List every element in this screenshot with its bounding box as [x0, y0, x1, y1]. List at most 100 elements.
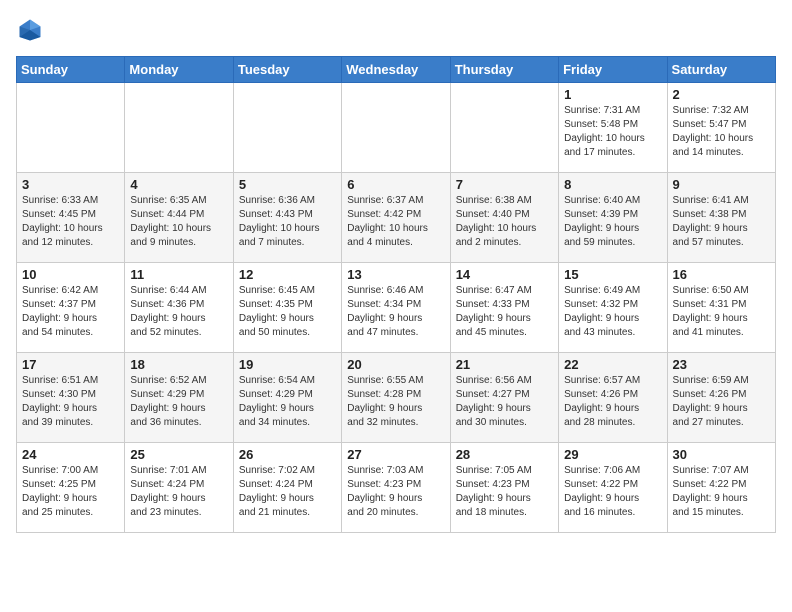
calendar-cell: 26Sunrise: 7:02 AMSunset: 4:24 PMDayligh…: [233, 443, 341, 533]
day-info: Sunrise: 6:59 AMSunset: 4:26 PMDaylight:…: [673, 374, 770, 430]
calendar-cell: [125, 83, 233, 173]
day-info: Sunrise: 6:51 AMSunset: 4:30 PMDaylight:…: [22, 374, 119, 430]
day-number: 9: [673, 177, 770, 192]
calendar-cell: 1 Sunrise: 7:31 AMSunset: 5:48 PMDaylight…: [559, 83, 667, 173]
calendar-cell: 12 Sunrise: 6:45 AMSunset: 4:35 PMDayligh…: [233, 263, 341, 353]
calendar-cell: 25 Sunrise: 7:01 AMSunset: 4:24 PMDayligh…: [125, 443, 233, 533]
day-number: 16: [673, 267, 770, 282]
day-info: Sunrise: 6:36 AMSunset: 4:43 PMDaylight:…: [239, 194, 336, 250]
calendar-cell: 27 Sunrise: 7:03 AMSunset: 4:23 PMDayligh…: [342, 443, 450, 533]
day-info: Sunrise: 6:44 AMSunset: 4:36 PMDaylight:…: [130, 284, 227, 340]
calendar-cell: 15 Sunrise: 6:49 AMSunset: 4:32 PMDayligh…: [559, 263, 667, 353]
day-info: Sunrise: 7:06 AMSunset: 4:22 PMDaylight:…: [564, 464, 661, 520]
day-number: 20: [347, 357, 444, 372]
day-info: Sunrise: 7:32 AMSunset: 5:47 PMDaylight:…: [673, 104, 770, 160]
calendar-table: SundayMondayTuesdayWednesdayThursdayFrid…: [16, 56, 776, 533]
day-number: 3: [22, 177, 119, 192]
day-number: 11: [130, 267, 227, 282]
day-number: 15: [564, 267, 661, 282]
weekday-header: Thursday: [450, 57, 558, 83]
calendar-week-row: 17Sunrise: 6:51 AMSunset: 4:30 PMDayligh…: [17, 353, 776, 443]
logo-icon: [16, 16, 44, 44]
calendar-cell: [450, 83, 558, 173]
day-number: 29: [564, 447, 661, 462]
weekday-header: Saturday: [667, 57, 775, 83]
day-info: Sunrise: 6:55 AMSunset: 4:28 PMDaylight:…: [347, 374, 444, 430]
day-info: Sunrise: 6:42 AMSunset: 4:37 PMDaylight:…: [22, 284, 119, 340]
calendar-cell: 24Sunrise: 7:00 AMSunset: 4:25 PMDayligh…: [17, 443, 125, 533]
calendar-cell: [233, 83, 341, 173]
calendar-cell: 7 Sunrise: 6:38 AMSunset: 4:40 PMDaylight…: [450, 173, 558, 263]
day-info: Sunrise: 6:41 AMSunset: 4:38 PMDaylight:…: [673, 194, 770, 250]
calendar-cell: 10 Sunrise: 6:42 AMSunset: 4:37 PMDayligh…: [17, 263, 125, 353]
day-number: 7: [456, 177, 553, 192]
day-info: Sunrise: 7:03 AMSunset: 4:23 PMDaylight:…: [347, 464, 444, 520]
day-info: Sunrise: 7:00 AMSunset: 4:25 PMDaylight:…: [22, 464, 119, 520]
day-number: 30: [673, 447, 770, 462]
page-header: [16, 16, 776, 44]
day-info: Sunrise: 7:01 AMSunset: 4:24 PMDaylight:…: [130, 464, 227, 520]
day-info: Sunrise: 6:50 AMSunset: 4:31 PMDaylight:…: [673, 284, 770, 340]
calendar-week-row: 1 Sunrise: 7:31 AMSunset: 5:48 PMDaylight…: [17, 83, 776, 173]
calendar-cell: [17, 83, 125, 173]
calendar-cell: 16 Sunrise: 6:50 AMSunset: 4:31 PMDayligh…: [667, 263, 775, 353]
weekday-header: Wednesday: [342, 57, 450, 83]
calendar-cell: 11 Sunrise: 6:44 AMSunset: 4:36 PMDayligh…: [125, 263, 233, 353]
weekday-header: Monday: [125, 57, 233, 83]
day-number: 21: [456, 357, 553, 372]
calendar-header-row: SundayMondayTuesdayWednesdayThursdayFrid…: [17, 57, 776, 83]
day-info: Sunrise: 6:40 AMSunset: 4:39 PMDaylight:…: [564, 194, 661, 250]
calendar-cell: 30 Sunrise: 7:07 AMSunset: 4:22 PMDayligh…: [667, 443, 775, 533]
day-number: 6: [347, 177, 444, 192]
day-number: 12: [239, 267, 336, 282]
calendar-cell: 28 Sunrise: 7:05 AMSunset: 4:23 PMDayligh…: [450, 443, 558, 533]
day-number: 27: [347, 447, 444, 462]
day-info: Sunrise: 6:35 AMSunset: 4:44 PMDaylight:…: [130, 194, 227, 250]
day-number: 19: [239, 357, 336, 372]
day-info: Sunrise: 6:38 AMSunset: 4:40 PMDaylight:…: [456, 194, 553, 250]
day-number: 10: [22, 267, 119, 282]
day-info: Sunrise: 7:02 AMSunset: 4:24 PMDaylight:…: [239, 464, 336, 520]
calendar-cell: 8 Sunrise: 6:40 AMSunset: 4:39 PMDaylight…: [559, 173, 667, 263]
day-info: Sunrise: 6:33 AMSunset: 4:45 PMDaylight:…: [22, 194, 119, 250]
day-number: 23: [673, 357, 770, 372]
day-number: 25: [130, 447, 227, 462]
logo: [16, 16, 48, 44]
day-info: Sunrise: 6:45 AMSunset: 4:35 PMDaylight:…: [239, 284, 336, 340]
day-info: Sunrise: 7:05 AMSunset: 4:23 PMDaylight:…: [456, 464, 553, 520]
day-number: 1: [564, 87, 661, 102]
calendar-cell: [342, 83, 450, 173]
calendar-cell: 17Sunrise: 6:51 AMSunset: 4:30 PMDayligh…: [17, 353, 125, 443]
day-info: Sunrise: 7:31 AMSunset: 5:48 PMDaylight:…: [564, 104, 661, 160]
day-info: Sunrise: 7:07 AMSunset: 4:22 PMDaylight:…: [673, 464, 770, 520]
weekday-header: Sunday: [17, 57, 125, 83]
day-info: Sunrise: 6:54 AMSunset: 4:29 PMDaylight:…: [239, 374, 336, 430]
calendar-week-row: 24Sunrise: 7:00 AMSunset: 4:25 PMDayligh…: [17, 443, 776, 533]
day-info: Sunrise: 6:56 AMSunset: 4:27 PMDaylight:…: [456, 374, 553, 430]
day-number: 22: [564, 357, 661, 372]
calendar-cell: 6 Sunrise: 6:37 AMSunset: 4:42 PMDaylight…: [342, 173, 450, 263]
day-number: 14: [456, 267, 553, 282]
day-number: 8: [564, 177, 661, 192]
day-info: Sunrise: 6:57 AMSunset: 4:26 PMDaylight:…: [564, 374, 661, 430]
day-info: Sunrise: 6:46 AMSunset: 4:34 PMDaylight:…: [347, 284, 444, 340]
calendar-cell: 2 Sunrise: 7:32 AMSunset: 5:47 PMDaylight…: [667, 83, 775, 173]
day-number: 13: [347, 267, 444, 282]
calendar-cell: 13 Sunrise: 6:46 AMSunset: 4:34 PMDayligh…: [342, 263, 450, 353]
calendar-cell: 29 Sunrise: 7:06 AMSunset: 4:22 PMDayligh…: [559, 443, 667, 533]
calendar-cell: 4Sunrise: 6:35 AMSunset: 4:44 PMDaylight…: [125, 173, 233, 263]
calendar-cell: 22 Sunrise: 6:57 AMSunset: 4:26 PMDayligh…: [559, 353, 667, 443]
calendar-cell: 19 Sunrise: 6:54 AMSunset: 4:29 PMDayligh…: [233, 353, 341, 443]
weekday-header: Friday: [559, 57, 667, 83]
day-number: 2: [673, 87, 770, 102]
day-number: 28: [456, 447, 553, 462]
calendar-cell: 14 Sunrise: 6:47 AMSunset: 4:33 PMDayligh…: [450, 263, 558, 353]
calendar-cell: 5Sunrise: 6:36 AMSunset: 4:43 PMDaylight…: [233, 173, 341, 263]
day-info: Sunrise: 6:37 AMSunset: 4:42 PMDaylight:…: [347, 194, 444, 250]
calendar-cell: 20 Sunrise: 6:55 AMSunset: 4:28 PMDayligh…: [342, 353, 450, 443]
day-info: Sunrise: 6:47 AMSunset: 4:33 PMDaylight:…: [456, 284, 553, 340]
day-number: 18: [130, 357, 227, 372]
calendar-week-row: 10 Sunrise: 6:42 AMSunset: 4:37 PMDayligh…: [17, 263, 776, 353]
calendar-week-row: 3 Sunrise: 6:33 AMSunset: 4:45 PMDaylight…: [17, 173, 776, 263]
day-info: Sunrise: 6:49 AMSunset: 4:32 PMDaylight:…: [564, 284, 661, 340]
